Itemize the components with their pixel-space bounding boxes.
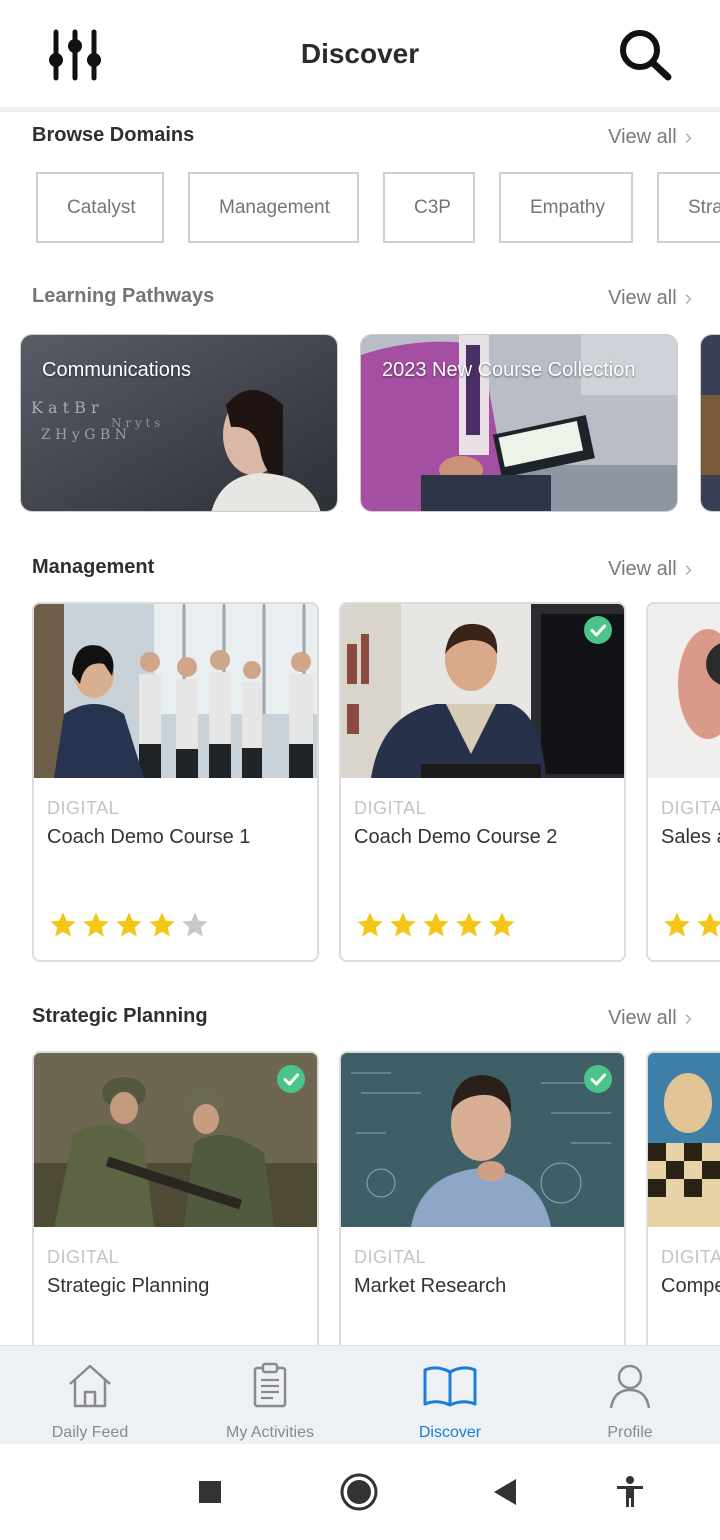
pathway-card-list: K a t B r Z H y G B N N r y t s Communic…	[20, 334, 720, 514]
chevron-right-icon: ›	[684, 285, 692, 310]
star-filled-icon	[48, 910, 78, 945]
view-all-label: View all	[608, 557, 677, 580]
domain-chip-empathy[interactable]: Empathy	[499, 172, 633, 243]
strategic-planning-header: Strategic Planning View all ›	[32, 1005, 692, 1035]
view-all-label: View all	[608, 286, 677, 309]
course-image	[34, 604, 317, 778]
nav-profile[interactable]: Profile	[540, 1346, 720, 1445]
domain-chip-list: Catalyst Management C3P Empathy Stra	[36, 172, 720, 244]
view-all-pathways-link[interactable]: View all ›	[608, 285, 692, 311]
section-title-strategic-planning: Strategic Planning	[32, 1005, 208, 1027]
course-name: Compe	[661, 1275, 720, 1297]
course-name: Sales a	[661, 826, 720, 848]
domain-chip-catalyst[interactable]: Catalyst	[36, 172, 164, 243]
back-triangle-icon[interactable]	[484, 1472, 528, 1512]
chevron-right-icon: ›	[684, 556, 692, 581]
bottom-navigation: Daily Feed My Activities Discover Profil…	[0, 1345, 720, 1444]
pathway-card-2023-collection[interactable]: 2023 New Course Collection	[360, 334, 678, 512]
domain-chip-management[interactable]: Management	[188, 172, 359, 243]
star-filled-icon	[421, 910, 451, 945]
star-filled-icon	[81, 910, 111, 945]
view-all-label: View all	[608, 1006, 677, 1029]
view-all-domains-link[interactable]: View all ›	[608, 124, 692, 150]
section-title-browse-domains: Browse Domains	[32, 124, 195, 146]
course-type: DIGITA	[661, 1247, 720, 1267]
star-filled-icon	[662, 910, 692, 945]
star-rating	[48, 910, 210, 945]
management-course-list: DIGITAL Coach Demo Course 1 DIGITAL Coac…	[32, 602, 720, 964]
star-filled-icon	[695, 910, 720, 945]
completed-check-icon	[584, 616, 612, 644]
management-header: Management View all ›	[32, 556, 692, 586]
course-image	[341, 1053, 624, 1227]
pathway-card-3[interactable]	[700, 334, 720, 512]
completed-check-icon	[277, 1065, 305, 1093]
app-header: Discover	[0, 0, 720, 112]
course-card-sales[interactable]: DIGITA Sales a	[646, 602, 720, 962]
course-name: Strategic Planning	[47, 1275, 210, 1297]
course-type: DIGITAL	[354, 1247, 427, 1267]
home-circle-icon[interactable]	[337, 1472, 381, 1512]
star-filled-icon	[114, 910, 144, 945]
star-rating	[662, 910, 720, 945]
course-type: DIGITAL	[354, 798, 427, 818]
nav-label: My Activities	[225, 1424, 314, 1441]
course-image	[341, 604, 624, 778]
view-all-management-link[interactable]: View all ›	[608, 556, 692, 582]
chevron-right-icon: ›	[684, 124, 692, 149]
star-rating	[355, 910, 517, 945]
search-icon[interactable]	[616, 26, 676, 84]
course-image	[34, 1053, 317, 1227]
course-image	[648, 1053, 720, 1227]
section-title-management: Management	[32, 556, 155, 578]
home-icon	[66, 1362, 114, 1410]
course-type: DIGITAL	[47, 1247, 120, 1267]
section-title-learning-pathways: Learning Pathways	[32, 285, 215, 307]
star-filled-icon	[355, 910, 385, 945]
course-card-coach-demo-2[interactable]: DIGITAL Coach Demo Course 2	[339, 602, 626, 962]
course-card-coach-demo-1[interactable]: DIGITAL Coach Demo Course 1	[32, 602, 319, 962]
star-filled-icon	[454, 910, 484, 945]
course-type: DIGITA	[661, 798, 720, 818]
completed-check-icon	[584, 1065, 612, 1093]
pathway-title: Communications	[42, 359, 191, 381]
svg-text:N r y t s: N r y t s	[111, 416, 160, 430]
chevron-right-icon: ›	[684, 1005, 692, 1030]
page-title: Discover	[300, 38, 420, 69]
course-type: DIGITAL	[47, 798, 120, 818]
course-name: Market Research	[354, 1275, 507, 1297]
pathway-card-communications[interactable]: K a t B r Z H y G B N N r y t s Communic…	[20, 334, 338, 512]
nav-my-activities[interactable]: My Activities	[180, 1346, 360, 1445]
person-icon	[606, 1362, 654, 1410]
system-navigation-bar	[0, 1444, 720, 1540]
star-filled-icon	[487, 910, 517, 945]
view-all-strategic-link[interactable]: View all ›	[608, 1005, 692, 1031]
star-filled-icon	[147, 910, 177, 945]
course-name: Coach Demo Course 1	[47, 826, 251, 848]
recents-square-icon[interactable]	[188, 1472, 232, 1512]
nav-daily-feed[interactable]: Daily Feed	[0, 1346, 180, 1445]
nav-label: Profile	[607, 1424, 653, 1441]
nav-label: Daily Feed	[51, 1424, 129, 1441]
course-name: Coach Demo Course 2	[354, 826, 558, 848]
browse-domains-header: Browse Domains View all ›	[32, 124, 692, 154]
pathway-title: 2023 New Course Collection	[382, 359, 636, 381]
view-all-label: View all	[608, 125, 677, 148]
star-empty-icon	[180, 910, 210, 945]
course-image	[648, 604, 720, 778]
pathway-image	[701, 335, 720, 511]
nav-label: Discover	[418, 1424, 482, 1441]
svg-text:K a t B r: K a t B r	[31, 398, 99, 417]
learning-pathways-header: Learning Pathways View all ›	[32, 285, 692, 315]
domain-chip-c3p[interactable]: C3P	[383, 172, 475, 243]
clipboard-icon	[246, 1362, 294, 1410]
book-icon	[423, 1362, 477, 1410]
nav-discover[interactable]: Discover	[360, 1346, 540, 1445]
domain-chip-strategy[interactable]: Stra	[657, 172, 720, 243]
accessibility-icon[interactable]	[608, 1472, 652, 1512]
star-filled-icon	[388, 910, 418, 945]
